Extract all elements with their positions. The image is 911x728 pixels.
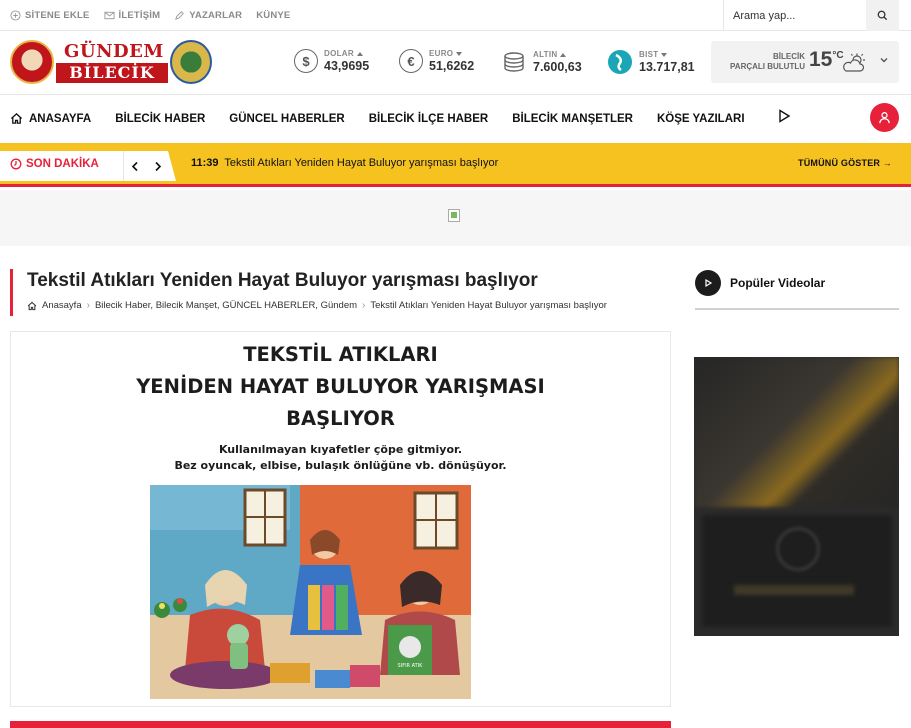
add-to-site-label: SİTENE EKLE (25, 10, 90, 21)
site-header: GÜNDEM BİLECİK $ DOLAR 43,9695 € EURO 51… (0, 31, 911, 95)
breadcrumb-separator-icon: › (86, 300, 90, 311)
poster-line-1: TEKSTİL ATIKLARI (243, 343, 438, 366)
nav-bilecik-ilce-haber[interactable]: BİLECİK İLÇE HABER (369, 113, 488, 125)
dollar-label: DOLAR (324, 49, 354, 58)
breadcrumb-separator-icon: › (362, 300, 366, 311)
search-icon (877, 10, 888, 21)
partly-cloudy-icon (843, 53, 865, 72)
breadcrumb-current: Tekstil Atıkları Yeniden Hayat Buluyor y… (370, 300, 607, 311)
market-bist: BIST 13.717,81 (607, 49, 695, 75)
breaking-label: SON DAKİKA (26, 158, 99, 170)
ad-banner (0, 190, 911, 246)
breaking-headline-link[interactable]: 11:39 Tekstil Atıkları Yeniden Hayat Bul… (191, 157, 498, 169)
article-title: Tekstil Atıkları Yeniden Hayat Buluyor y… (27, 270, 538, 291)
article-header: Tekstil Atıkları Yeniden Hayat Buluyor y… (10, 269, 670, 316)
video-thumbnail[interactable] (694, 357, 899, 636)
nav-more-button[interactable] (777, 109, 791, 128)
chevron-right-icon[interactable] (153, 161, 162, 172)
user-icon (879, 112, 890, 124)
euro-value: 51,6262 (429, 59, 475, 73)
popular-videos-title: Popüler Videolar (730, 276, 826, 290)
poster-line-2: YENİDEN HAYAT BULUYOR YARIŞMASI (136, 375, 545, 398)
imprint-label: KÜNYE (256, 10, 291, 21)
breadcrumb-categories[interactable]: Bilecik Haber, Bilecik Manşet, GÜNCEL HA… (95, 300, 357, 311)
trend-up-icon (560, 52, 567, 57)
breaking-news-bar: SON DAKİKA 11:39 Tekstil Atıkları Yenide… (0, 143, 911, 187)
chevron-left-icon[interactable] (131, 161, 140, 172)
search-box (723, 0, 899, 31)
section-divider-bar (10, 721, 671, 728)
main-nav: ANASAYFA BİLECİK HABER GÜNCEL HABERLER B… (0, 95, 911, 142)
play-outline-icon (778, 109, 790, 123)
nav-kose-yazilari[interactable]: KÖŞE YAZILARI (657, 113, 745, 125)
search-input[interactable] (724, 9, 866, 22)
dollar-value: 43,9695 (324, 59, 370, 73)
trend-up-icon (356, 51, 363, 56)
poster-subtitle-1: Kullanılmayan kıyafetler çöpe gitmiyor. (218, 443, 463, 456)
market-euro: € EURO 51,6262 (399, 49, 474, 73)
weather-condition: PARÇALI BULUTLU (730, 62, 805, 71)
market-dollar: $ DOLAR 43,9695 (294, 49, 369, 73)
home-icon (10, 112, 23, 124)
authors-link[interactable]: YAZARLAR (174, 10, 242, 21)
play-circle-icon (695, 270, 721, 296)
poster-line-3: BAŞLIYOR (286, 407, 395, 430)
breaking-time: 11:39 (191, 157, 219, 169)
search-button[interactable] (866, 0, 899, 31)
euro-label: EURO (429, 49, 454, 58)
breadcrumb: Anasayfa › Bilecik Haber, Bilecik Manşet… (27, 300, 670, 311)
logo-text-bottom: BİLECİK (56, 63, 168, 83)
gold-value: 7.600,63 (533, 60, 582, 74)
plus-circle-icon (10, 10, 21, 21)
nav-home-label: ANASAYFA (29, 112, 92, 125)
weather-city: BİLECİK (773, 52, 805, 61)
trend-down-icon (456, 51, 463, 56)
top-bar: SİTENE EKLE İLETİŞİM YAZARLAR KÜNYE (0, 0, 911, 31)
top-links: SİTENE EKLE İLETİŞİM YAZARLAR KÜNYE (10, 0, 290, 31)
pen-icon (175, 11, 185, 20)
logo-text-top: GÜNDEM (64, 41, 164, 62)
imprint-link[interactable]: KÜNYE (256, 10, 290, 21)
euro-icon: € (399, 49, 423, 73)
bist-label: BIST (639, 50, 659, 59)
broken-image-icon[interactable] (448, 209, 460, 222)
breaking-headline: Tekstil Atıkları Yeniden Hayat Buluyor y… (224, 157, 499, 169)
add-to-site-link[interactable]: SİTENE EKLE (10, 10, 90, 21)
nav-guncel-haberler[interactable]: GÜNCEL HABERLER (229, 113, 344, 125)
show-all-link[interactable]: TÜMÜNÜ GÖSTER → (798, 158, 892, 168)
dollar-icon: $ (294, 49, 318, 73)
women-sewing-illustration: SIFIR ATIK (150, 485, 471, 699)
bist-logo-icon (608, 50, 632, 74)
article-image: TEKSTİL ATIKLARI YENİDEN HAYAT BULUYOR Y… (10, 331, 671, 707)
contact-link[interactable]: İLETİŞİM (103, 10, 161, 21)
chevron-down-icon[interactable] (879, 55, 889, 65)
contact-label: İLETİŞİM (118, 10, 161, 21)
logo-city-emblem (170, 40, 212, 84)
home-icon (27, 301, 37, 310)
nav-bilecik-haber[interactable]: BİLECİK HABER (115, 113, 205, 125)
clock-icon (10, 158, 22, 170)
weather-widget[interactable]: BİLECİK PARÇALI BULUTLU 15°C (711, 41, 899, 83)
bist-value: 13.717,81 (639, 60, 695, 74)
nav-bilecik-mansetler[interactable]: BİLECİK MANŞETLER (512, 113, 633, 125)
gold-label: ALTIN (533, 50, 558, 59)
popular-videos-header: Popüler Videolar (695, 270, 899, 310)
bag-label: SIFIR ATIK (398, 663, 424, 669)
gold-coins-icon (504, 52, 524, 72)
authors-label: YAZARLAR (189, 10, 243, 21)
weather-temp: 15 (809, 48, 833, 71)
user-login-button[interactable] (870, 103, 899, 132)
breadcrumb-home[interactable]: Anasayfa (42, 300, 82, 311)
logo-portrait-emblem (10, 40, 54, 84)
envelope-icon (103, 11, 115, 20)
nav-home[interactable]: ANASAYFA (10, 112, 91, 125)
site-logo[interactable]: GÜNDEM BİLECİK (10, 38, 212, 86)
market-gold: ALTIN 7.600,63 (501, 49, 582, 75)
poster-subtitle-2: Bez oyuncak, elbise, bulaşık önlüğüne vb… (174, 459, 507, 472)
trend-down-icon (661, 52, 668, 57)
